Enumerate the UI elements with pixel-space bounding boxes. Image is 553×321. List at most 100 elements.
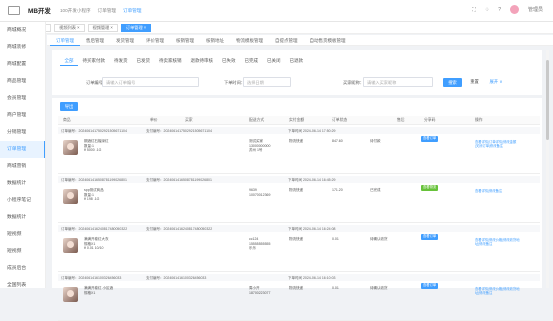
order-action-button[interactable]: 查看订单 (421, 283, 439, 289)
status-tab[interactable]: 已退款 (285, 56, 308, 66)
sidebar-item[interactable]: 成员后台 (0, 260, 45, 277)
expand-filters-button[interactable]: 展开 ∨ (486, 78, 506, 87)
scrollbar-thumb[interactable] (546, 60, 549, 140)
status-tab[interactable]: 待发货 (110, 56, 133, 66)
operation-links: 查看详情|订单详情|修改金额 |关闭订单|修改备注 (475, 140, 516, 148)
status-tab[interactable]: 待卖家核销 (155, 56, 187, 66)
filter-bar: 订单编号： 请输入订单编号 下单时间： 选择日期 买家昵称： 请输入买家昵称 搜… (52, 77, 542, 89)
buyer-phone: 10070012369 (249, 192, 271, 197)
column-header: 订单状态 (332, 118, 348, 122)
order-action-button[interactable]: 查看订单 (421, 234, 439, 240)
sidebar-item[interactable]: 分销管理 (0, 124, 45, 141)
buyer-phone: 18700223077 (249, 290, 271, 295)
goods-name[interactable]: 满满开卷红 小区酒 (84, 286, 113, 291)
tag-item[interactable]: 订单管理 × (120, 23, 152, 32)
user-name[interactable]: 管理员 (528, 6, 543, 13)
goods-thumbnail[interactable] (63, 238, 78, 253)
tag-item[interactable]: 视频列表 × (54, 23, 85, 32)
column-header: 买家 (185, 118, 193, 122)
buyer-address: 乐乐 (249, 246, 256, 250)
order-no-input[interactable]: 请输入订单编号 (102, 77, 199, 87)
sub-tab[interactable]: 订单管理 (50, 35, 80, 46)
goods-thumbnail[interactable] (63, 287, 78, 302)
operation-link[interactable]: |关闭订单|修改备注 (475, 144, 516, 148)
delivery-method: 物流快递 (289, 286, 303, 290)
sidebar-item[interactable]: 商城装修 (0, 39, 45, 56)
scrollbar[interactable] (546, 50, 549, 288)
sidebar-item[interactable]: 商城营销 (0, 158, 45, 175)
search-button[interactable]: 搜索 (443, 78, 462, 87)
order-time-picker[interactable]: 选择日期 (243, 77, 291, 87)
delivery-method: 物流快递 (289, 139, 303, 143)
help-icon[interactable]: ? (498, 7, 501, 13)
buyer-address: 苏州 1号 (249, 148, 263, 152)
top-nav-item[interactable]: 订单管理 (98, 8, 116, 14)
operation-links: 查看详情|修改价格|修改收货地 址|修改备注 (475, 287, 520, 295)
sidebar-item[interactable]: 商城配置 (0, 56, 45, 73)
order-row: 订单编号：2024061417502921505671104 支付编号：20240… (58, 127, 540, 174)
status-tab[interactable]: 退款待审核 (186, 56, 218, 66)
status-tab[interactable]: 已关闭 (263, 56, 286, 66)
operation-link[interactable]: 址|修改备注 (475, 242, 520, 246)
operation-link[interactable]: 址|修改备注 (475, 291, 520, 295)
buyer-info: 周小开 18700223077 (249, 286, 270, 295)
export-button[interactable]: 导出 (60, 102, 78, 111)
sidebar-item[interactable]: 会员管理 (0, 90, 45, 107)
column-header: 分享码 (424, 118, 436, 122)
operation-link[interactable]: 查看详情|修改备注 (475, 189, 502, 193)
sidebar-item[interactable]: 短视频 (0, 226, 45, 243)
order-row-header: 订单编号：2024061416240817480050322 支付编号：20240… (58, 225, 540, 232)
sidebar-item[interactable]: 小程序笔记 (0, 192, 45, 209)
order-number: 订单编号：2024061416240817480050322 (61, 226, 128, 231)
sub-tab[interactable]: 评价管理 (140, 35, 170, 46)
goods-info: 满满开卷红大衣 规格X1 ¥ 0.01 10/10 (84, 237, 109, 251)
operation-links: 查看详情|修改价格|修改收货地 址|修改备注 (475, 238, 520, 246)
avatar[interactable] (509, 5, 519, 14)
buyer-name-input[interactable]: 请输入买家昵称 (363, 77, 433, 87)
order-action-button[interactable]: 查看订单 (421, 136, 439, 142)
sub-tab[interactable]: 核销地址 (200, 35, 230, 46)
goods-info: spp测试商品 数量:1 ¥ 198 .1G (84, 188, 104, 202)
sidebar-item[interactable]: 商品管理 (0, 73, 45, 90)
sub-tab[interactable]: 自动售货模板管理 (304, 35, 352, 46)
sidebar-item[interactable]: 订单管理 (0, 141, 45, 158)
status-tab[interactable]: 已失效 (218, 56, 241, 66)
column-header: 实付金额 (289, 118, 305, 122)
app-logo-icon[interactable] (0, 0, 28, 22)
goods-name[interactable]: 满满开卷红大衣 (84, 237, 109, 242)
goods-name[interactable]: 期酒红石榴深红 (84, 139, 109, 144)
reset-button[interactable]: 重置 (466, 78, 483, 87)
top-nav-item[interactable]: 订单管理 (123, 8, 141, 14)
goods-thumbnail[interactable] (63, 140, 78, 155)
status-tab[interactable]: 已完成 (240, 56, 263, 66)
sidebar-item[interactable]: 数据统计 (0, 175, 45, 192)
goods-thumbnail[interactable] (63, 189, 78, 204)
sub-tab[interactable]: 发货管理 (110, 35, 140, 46)
sidebar-item[interactable]: 短视频 (0, 243, 45, 260)
status-tab[interactable]: 全部 (60, 56, 78, 66)
sub-tab[interactable]: 售后管理 (80, 35, 110, 46)
column-header: 单价 (150, 118, 158, 122)
sidebar-item[interactable]: 商户管理 (0, 107, 45, 124)
fullscreen-icon[interactable]: ⛶ (472, 7, 476, 13)
goods-name[interactable]: spp测试商品 (84, 188, 104, 193)
status-tab[interactable]: 待买家付款 (78, 56, 110, 66)
column-header: 商品 (63, 118, 71, 122)
sub-tab[interactable]: 核销管理 (170, 35, 200, 46)
buyer-info: cc124 15555555555 乐乐 (249, 237, 270, 251)
pay-number: 支付编号：2024061416240817480050322 (146, 226, 213, 231)
order-time: 下单时间 2024-06-14 17:50:29 (288, 128, 336, 133)
bell-icon[interactable]: ♢ (485, 7, 489, 13)
buyer-info: 测试买家 13000000000 苏州 1号 (249, 139, 270, 153)
order-row: 订单编号：2024061416508781199026801 支付编号：20240… (58, 176, 540, 223)
sidebar-item[interactable]: 全国列表 (0, 277, 45, 294)
operation-links: 查看详情|修改备注 (475, 189, 502, 193)
order-action-button[interactable]: 查看物流 (421, 185, 439, 191)
sub-tab[interactable]: 物流模板管理 (230, 35, 269, 46)
sidebar-item[interactable]: 商城概况 (0, 22, 45, 39)
status-tab[interactable]: 已发货 (132, 56, 155, 66)
sidebar-item[interactable]: 数据统计 (0, 209, 45, 226)
tag-item[interactable]: 视频管理 × (87, 23, 118, 32)
sub-tab[interactable]: 自提点管理 (269, 35, 304, 46)
top-nav-item[interactable]: 100开发小程序 (60, 8, 91, 14)
